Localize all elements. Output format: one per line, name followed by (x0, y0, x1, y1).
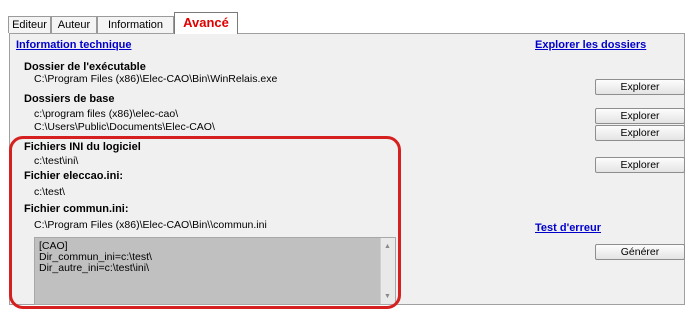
explorer-button-exe[interactable]: Explorer (595, 79, 685, 95)
explorer-button-ini[interactable]: Explorer (595, 157, 685, 173)
exe-folder-label: Dossier de l'exécutable (24, 61, 146, 73)
textarea-scrollbar[interactable]: ▲ ▼ (380, 238, 395, 304)
explorer-button-base-2[interactable]: Explorer (595, 125, 685, 141)
ini-files-label: Fichiers INI du logiciel (24, 141, 141, 153)
test-erreur-link[interactable]: Test d'erreur (535, 222, 601, 234)
eleccao-ini-label: Fichier eleccao.ini: (24, 170, 124, 182)
scroll-down-icon[interactable]: ▼ (384, 291, 391, 302)
eleccao-ini-path: c:\test\ (34, 186, 65, 198)
base-path-2: C:\Users\Public\Documents\Elec-CAO\ (34, 121, 215, 133)
ini-path: c:\test\ini\ (34, 155, 79, 167)
commun-ini-label: Fichier commun.ini: (24, 203, 129, 215)
info-technique-link[interactable]: Information technique (16, 39, 132, 51)
base-folders-label: Dossiers de base (24, 93, 115, 105)
explorer-button-base-1[interactable]: Explorer (595, 108, 685, 124)
commun-ini-path: C:\Program Files (x86)\Elec-CAO\Bin\\com… (34, 219, 267, 231)
base-path-1: c:\program files (x86)\elec-cao\ (34, 108, 179, 120)
explorer-dossiers-link[interactable]: Explorer les dossiers (535, 39, 646, 51)
tab-information[interactable]: Information (97, 16, 174, 33)
exe-path: C:\Program Files (x86)\Elec-CAO\Bin\WinR… (34, 73, 278, 85)
textarea-line: Dir_autre_ini=c:\test\ini\ (39, 262, 150, 274)
tab-avance[interactable]: Avancé (174, 12, 238, 34)
tab-editeur[interactable]: Editeur (8, 16, 51, 33)
scroll-up-icon[interactable]: ▲ (384, 241, 391, 252)
tab-auteur[interactable]: Auteur (51, 16, 97, 33)
ini-content-textarea[interactable]: [CAO] Dir_commun_ini=c:\test\ Dir_autre_… (34, 237, 396, 305)
generer-button[interactable]: Générer (595, 244, 685, 260)
